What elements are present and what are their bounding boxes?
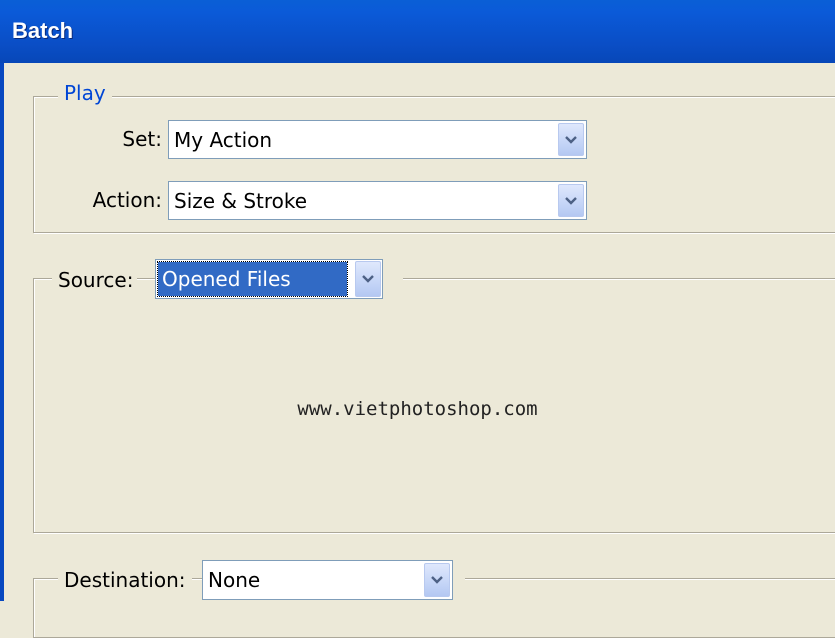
action-dropdown-button[interactable] (558, 184, 584, 217)
set-dropdown-button[interactable] (558, 123, 584, 156)
source-label: Source: (52, 268, 138, 292)
set-dropdown[interactable]: My Action (168, 120, 587, 159)
play-group-legend: Play (58, 81, 112, 105)
destination-label: Destination: (58, 568, 192, 592)
chevron-down-icon (362, 275, 374, 283)
window-title: Batch (12, 18, 74, 43)
action-label: Action: (92, 188, 162, 212)
source-dropdown-selection: Opened Files (157, 261, 348, 297)
chevron-down-icon (565, 196, 577, 205)
source-dropdown-button[interactable] (355, 261, 381, 297)
source-dropdown-value: Opened Files (162, 267, 291, 291)
destination-dropdown[interactable]: None (202, 560, 453, 600)
destination-dropdown-value: None (208, 568, 261, 592)
watermark-text: www.vietphotoshop.com (297, 398, 538, 420)
chevron-down-icon (565, 135, 577, 144)
action-dropdown-value: Size & Stroke (174, 188, 308, 213)
window-border (0, 63, 4, 601)
action-dropdown[interactable]: Size & Stroke (168, 181, 587, 220)
source-dropdown[interactable]: Opened Files (155, 259, 383, 299)
chevron-down-icon (431, 576, 443, 584)
set-dropdown-value: My Action (174, 127, 273, 152)
title-bar[interactable]: Batch (0, 0, 835, 63)
set-label: Set: (122, 127, 162, 151)
destination-dropdown-button[interactable] (424, 563, 450, 597)
